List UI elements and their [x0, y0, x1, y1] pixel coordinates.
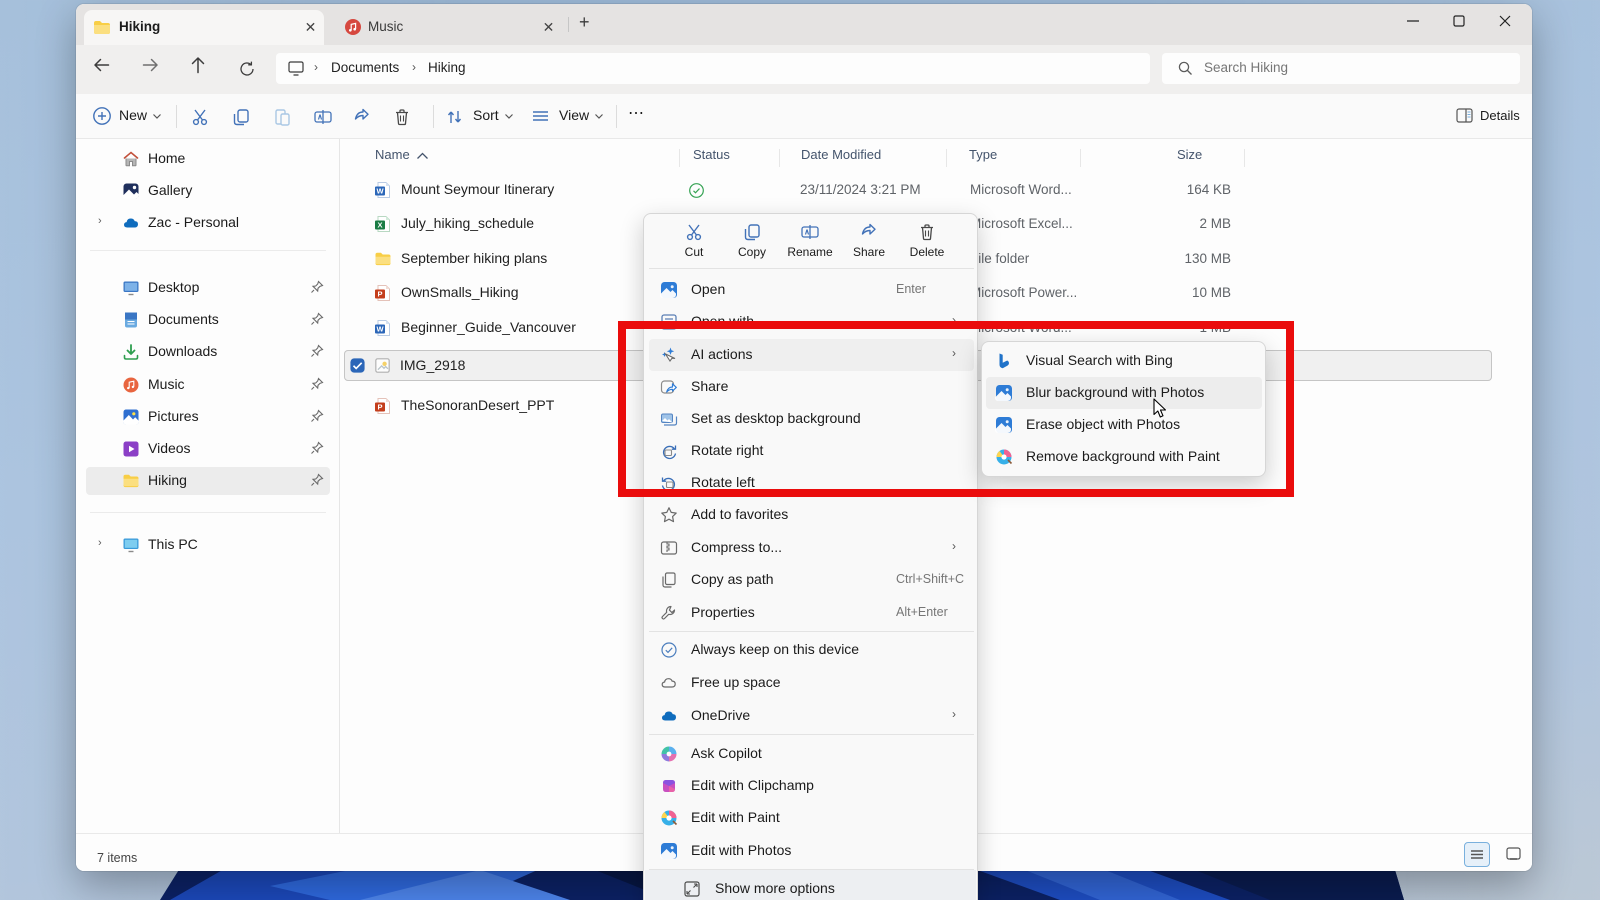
svg-text:P: P — [377, 290, 382, 299]
svg-text:W: W — [376, 325, 384, 334]
svg-text:P: P — [377, 403, 382, 412]
svg-text:X: X — [377, 221, 382, 230]
svg-text:W: W — [376, 187, 384, 196]
